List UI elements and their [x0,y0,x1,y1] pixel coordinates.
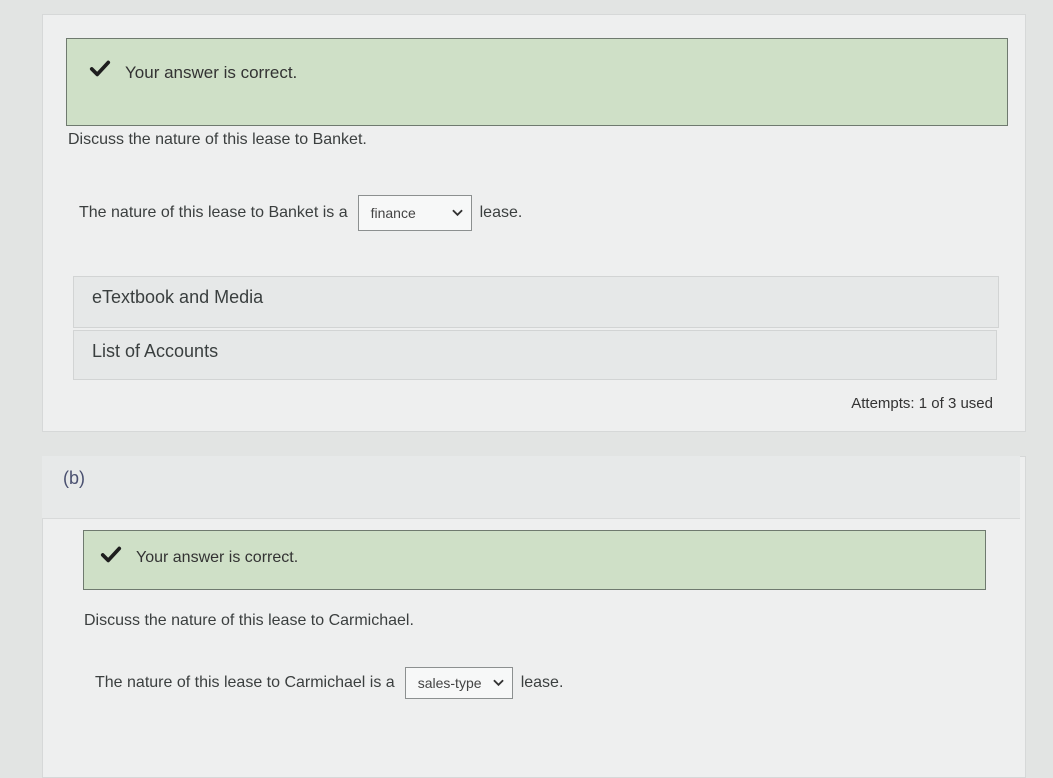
correct-feedback-banner: Your answer is correct. [66,38,1008,126]
chevron-down-icon [451,209,463,217]
selected-value: finance [370,205,416,221]
question-prompt: Discuss the nature of this lease to Carm… [84,612,414,629]
sentence-before: The nature of this lease to Carmichael i… [95,674,395,691]
lease-type-select[interactable]: finance [357,195,472,231]
checkmark-icon [100,546,122,563]
answer-sentence: The nature of this lease to Banket is a … [79,195,522,231]
correct-feedback-banner: Your answer is correct. [83,530,986,590]
chevron-down-icon [492,679,504,687]
sentence-after: lease. [520,674,564,691]
sentence-after: lease. [479,204,523,221]
feedback-text: Your answer is correct. [125,63,298,82]
part-b-header [42,456,1020,519]
feedback-text: Your answer is correct. [136,549,299,566]
etextbook-link[interactable]: eTextbook and Media [73,276,999,328]
part-label: (b) [63,468,85,488]
checkmark-icon [89,60,111,77]
question-prompt: Discuss the nature of this lease to Bank… [68,131,367,148]
selected-value: sales-type [417,675,482,691]
list-of-accounts-link[interactable]: List of Accounts [73,330,997,380]
answer-sentence: The nature of this lease to Carmichael i… [95,667,563,699]
sentence-before: The nature of this lease to Banket is a [79,204,348,221]
lease-type-select[interactable]: sales-type [404,667,513,699]
attempts-counter: Attempts: 1 of 3 used [851,395,993,412]
